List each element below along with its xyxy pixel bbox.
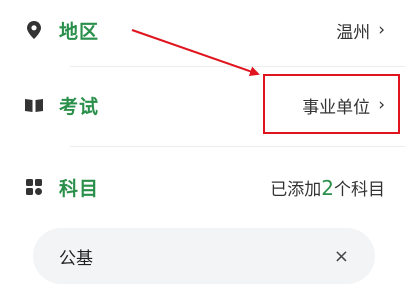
close-icon[interactable]: × xyxy=(334,246,349,267)
subject-row[interactable]: 科目 已添加2个科目 xyxy=(0,157,405,217)
grid-icon xyxy=(25,178,43,196)
book-icon xyxy=(25,96,43,114)
chevron-right-icon: › xyxy=(378,95,385,115)
exam-value: 事业单位 xyxy=(302,97,371,118)
subject-label: 科目 xyxy=(59,177,100,200)
subject-count-prefix: 已添加 xyxy=(270,179,322,200)
chevron-right-icon: › xyxy=(378,20,385,40)
exam-row[interactable]: 考试 事业单位 › xyxy=(0,75,405,135)
subject-count-suffix: 个科目 xyxy=(334,179,385,200)
divider xyxy=(70,66,405,67)
location-pin-icon xyxy=(25,21,43,39)
subject-tag: 公基 × xyxy=(33,228,375,284)
exam-label: 考试 xyxy=(59,95,100,118)
subject-count-number: 2 xyxy=(321,175,334,200)
divider xyxy=(70,146,405,147)
region-row[interactable]: 地区 温州 › xyxy=(0,0,405,60)
subject-count-text: 已添加2个科目 xyxy=(270,175,385,200)
subject-tag-label: 公基 xyxy=(59,248,93,269)
region-label: 地区 xyxy=(59,20,100,43)
region-value: 温州 xyxy=(336,22,371,43)
